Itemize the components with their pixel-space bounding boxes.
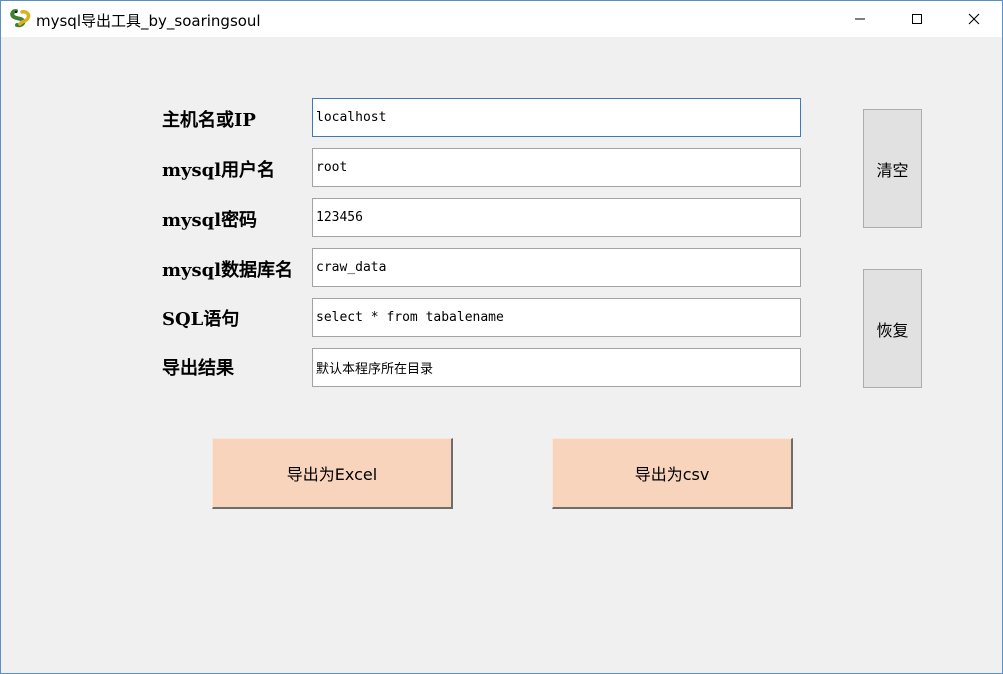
database-label: mysql数据库名: [162, 260, 294, 281]
maximize-button[interactable]: [888, 1, 946, 37]
sql-label: SQL语句: [162, 309, 240, 330]
title-bar[interactable]: mysql导出工具_by_soaringsoul: [1, 1, 1002, 37]
database-input[interactable]: [312, 248, 801, 287]
window-title: mysql导出工具_by_soaringsoul: [36, 12, 261, 30]
output-path-input[interactable]: [312, 348, 801, 387]
close-icon: [968, 10, 980, 29]
python-snake-icon: [10, 8, 32, 30]
app-window: mysql导出工具_by_soaringsoul 主机名或IP mysql用户名…: [0, 0, 1003, 674]
password-input[interactable]: [312, 198, 801, 237]
minimize-icon: [854, 10, 866, 29]
password-label: mysql密码: [162, 210, 258, 231]
export-excel-label: 导出为Excel: [286, 465, 378, 484]
restore-button-label: 恢复: [876, 320, 909, 340]
export-csv-label: 导出为csv: [634, 465, 710, 484]
clear-button[interactable]: 清空: [863, 109, 922, 228]
restore-button[interactable]: 恢复: [863, 269, 922, 388]
close-button[interactable]: [945, 1, 1003, 37]
username-input[interactable]: [312, 148, 801, 187]
maximize-icon: [911, 10, 923, 29]
sql-input[interactable]: [312, 298, 801, 337]
username-label: mysql用户名: [162, 160, 276, 181]
clear-button-label: 清空: [876, 160, 909, 180]
host-label: 主机名或IP: [162, 110, 256, 131]
export-csv-button[interactable]: 导出为csv: [552, 438, 793, 509]
host-input[interactable]: [312, 98, 801, 137]
minimize-button[interactable]: [831, 1, 889, 37]
export-excel-button[interactable]: 导出为Excel: [212, 438, 453, 509]
output-label: 导出结果: [162, 358, 234, 379]
